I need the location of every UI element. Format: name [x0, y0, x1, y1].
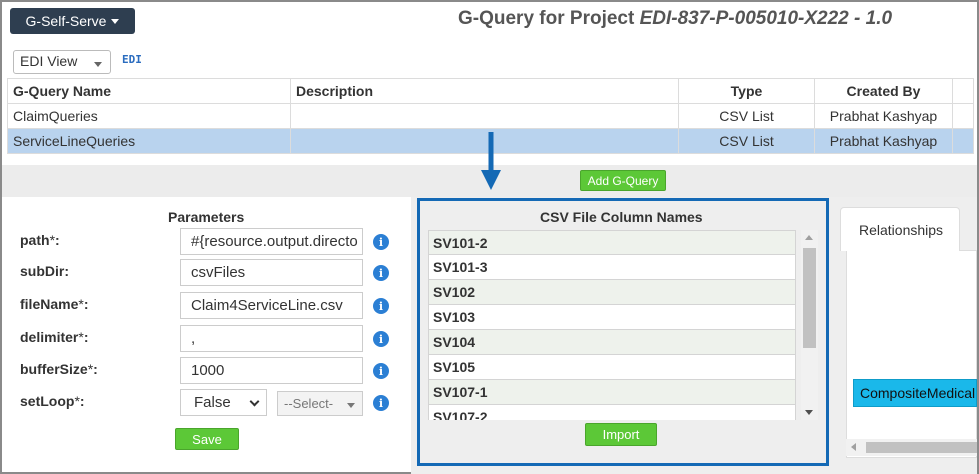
param-label: subDir: — [20, 263, 70, 279]
param-label: path*: — [20, 232, 60, 248]
page-title-prefix: G-Query for Project — [458, 8, 640, 29]
param-label: bufferSize*: — [20, 361, 98, 377]
app-menu-label: G-Self-Serve — [25, 13, 107, 29]
cell-name: ClaimQueries — [7, 103, 291, 129]
cell-created-by: Prabhat Kashyap — [814, 103, 953, 129]
view-select-value: EDI View — [20, 53, 78, 69]
param-row-subdir: subDir: csvFiles i — [20, 259, 395, 287]
param-row-setloop: setLoop*: False --Select- i — [20, 389, 395, 417]
cell-description — [290, 103, 679, 129]
parameters-title: Parameters — [168, 209, 245, 225]
highlight-frame — [417, 198, 829, 466]
dropdown-arrow-icon — [94, 62, 102, 67]
info-icon[interactable]: i — [373, 363, 389, 379]
setloop-select[interactable]: False — [180, 389, 267, 416]
info-icon[interactable]: i — [373, 298, 389, 314]
filename-input[interactable]: Claim4ServiceLine.csv — [180, 292, 363, 319]
app-menu-button[interactable]: G-Self-Serve — [10, 8, 135, 34]
relationships-canvas[interactable] — [846, 250, 977, 458]
cell-created-by: Prabhat Kashyap — [814, 128, 953, 154]
column-header-type[interactable]: Type — [678, 78, 815, 104]
cell-name: ServiceLineQueries — [7, 128, 291, 154]
cell-extra — [952, 128, 974, 154]
param-row-path: path*: #{resource.output.directo i — [20, 228, 395, 256]
cell-extra — [952, 103, 974, 129]
tab-relationships[interactable]: Relationships — [840, 207, 960, 251]
info-icon[interactable]: i — [373, 395, 389, 411]
info-icon[interactable]: i — [373, 234, 389, 250]
column-header-extra — [952, 78, 974, 104]
pointer-arrow-icon — [481, 132, 501, 190]
save-button[interactable]: Save — [175, 428, 239, 450]
cell-type: CSV List — [678, 103, 815, 129]
column-header-created-by[interactable]: Created By — [814, 78, 953, 104]
info-icon[interactable]: i — [373, 331, 389, 347]
path-input[interactable]: #{resource.output.directo — [180, 228, 363, 255]
subdir-input[interactable]: csvFiles — [180, 259, 363, 286]
caret-down-icon — [111, 18, 120, 24]
secondary-select-placeholder: --Select- — [284, 396, 334, 411]
setloop-value: False — [194, 394, 231, 411]
param-label: setLoop*: — [20, 393, 85, 409]
scroll-thumb[interactable] — [866, 442, 977, 453]
param-label: delimiter*: — [20, 329, 89, 345]
delimiter-input[interactable]: , — [180, 325, 363, 352]
param-row-filename: fileName*: Claim4ServiceLine.csv i — [20, 292, 395, 320]
table-row[interactable]: ClaimQueries CSV List Prabhat Kashyap — [7, 103, 974, 129]
param-row-delimiter: delimiter*: , i — [20, 325, 395, 353]
param-label: fileName*: — [20, 296, 89, 312]
cell-type: CSV List — [678, 128, 815, 154]
add-g-query-button[interactable]: Add G-Query — [580, 170, 666, 191]
info-icon[interactable]: i — [373, 265, 389, 281]
chevron-down-icon — [249, 396, 260, 407]
column-header-description[interactable]: Description — [290, 78, 679, 104]
column-header-name[interactable]: G-Query Name — [7, 78, 291, 104]
query-table-header: G-Query Name Description Type Created By — [7, 78, 974, 104]
setloop-secondary-select[interactable]: --Select- — [277, 391, 363, 416]
scroll-left-icon[interactable] — [851, 443, 856, 451]
edi-link[interactable]: EDI — [122, 53, 142, 66]
relationship-node[interactable]: CompositeMedical — [853, 379, 977, 407]
project-name: EDI-837-P-005010-X222 - 1.0 — [639, 8, 893, 29]
view-select[interactable]: EDI View — [13, 50, 111, 74]
page-title: G-Query for Project EDI-837-P-005010-X22… — [458, 8, 892, 30]
dropdown-arrow-icon — [347, 403, 355, 408]
buffersize-input[interactable]: 1000 — [180, 357, 363, 384]
param-row-buffersize: bufferSize*: 1000 i — [20, 357, 395, 385]
relationships-hscrollbar[interactable] — [846, 439, 977, 456]
